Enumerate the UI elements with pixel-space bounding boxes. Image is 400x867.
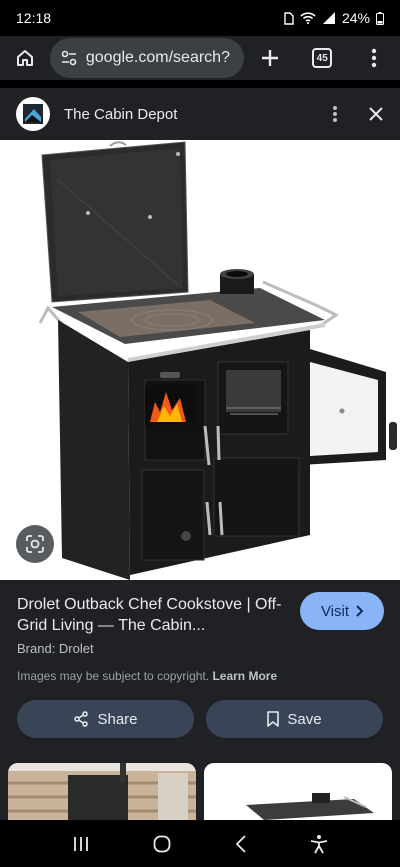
cabin-depot-logo-icon	[23, 104, 43, 124]
site-settings-icon	[61, 50, 77, 66]
accessibility-icon[interactable]	[310, 834, 328, 854]
related-image-2-picture	[204, 763, 392, 820]
copyright-notice: Images may be subject to copyright. Lear…	[17, 669, 277, 683]
source-header: The Cabin Depot	[0, 88, 400, 140]
learn-more-link[interactable]: Learn More	[212, 669, 277, 683]
browser-toolbar: google.com/search? 45	[0, 36, 400, 80]
recent-apps-icon[interactable]	[72, 836, 90, 852]
new-tab-button[interactable]	[244, 36, 296, 80]
share-label: Share	[97, 710, 138, 728]
wifi-icon	[300, 12, 316, 24]
result-title[interactable]: Drolet Outback Chef Cookstove | Off-Grid…	[17, 594, 287, 636]
save-label: Save	[287, 710, 322, 728]
brand-text: Brand: Drolet	[17, 641, 94, 656]
source-name: The Cabin Depot	[64, 105, 178, 123]
status-bar: 12:18 24%	[0, 0, 400, 36]
source-actions	[332, 105, 384, 123]
status-icons: 24%	[284, 10, 384, 26]
close-icon[interactable]	[368, 106, 384, 122]
share-button[interactable]: Share	[17, 700, 194, 738]
tab-count: 45	[312, 48, 333, 68]
home-nav-icon[interactable]	[153, 835, 171, 853]
sim-icon	[284, 11, 294, 25]
save-button[interactable]: Save	[206, 700, 383, 738]
address-bar[interactable]: google.com/search?	[49, 38, 245, 78]
browser-menu-button[interactable]	[348, 36, 400, 80]
battery-percent: 24%	[341, 10, 370, 26]
signal-icon	[322, 12, 335, 24]
back-icon[interactable]	[235, 834, 247, 853]
visit-label: Visit	[320, 602, 350, 620]
visit-button[interactable]: Visit	[300, 592, 384, 630]
battery-icon	[376, 11, 384, 25]
url-text: google.com/search?	[85, 49, 230, 66]
bookmark-icon	[267, 711, 280, 727]
tab-switcher-button[interactable]: 45	[296, 36, 348, 80]
share-icon	[74, 711, 89, 727]
product-image[interactable]	[0, 140, 400, 580]
related-image-1[interactable]	[8, 763, 196, 820]
cookstove-image	[38, 141, 397, 580]
plus-icon	[262, 50, 279, 66]
lens-search-button[interactable]	[16, 525, 54, 563]
home-button[interactable]	[0, 36, 50, 80]
copyright-text: Images may be subject to copyright.	[17, 669, 210, 683]
chevron-right-icon	[356, 605, 364, 617]
source-logo	[16, 97, 50, 131]
system-nav-bar	[0, 820, 400, 867]
home-icon	[16, 50, 33, 66]
lens-icon	[26, 535, 44, 553]
more-vert-icon	[371, 48, 377, 68]
status-time: 12:18	[16, 10, 52, 26]
related-image-1-picture	[8, 763, 196, 820]
source-more-icon[interactable]	[332, 105, 338, 123]
related-image-2[interactable]	[204, 763, 392, 820]
